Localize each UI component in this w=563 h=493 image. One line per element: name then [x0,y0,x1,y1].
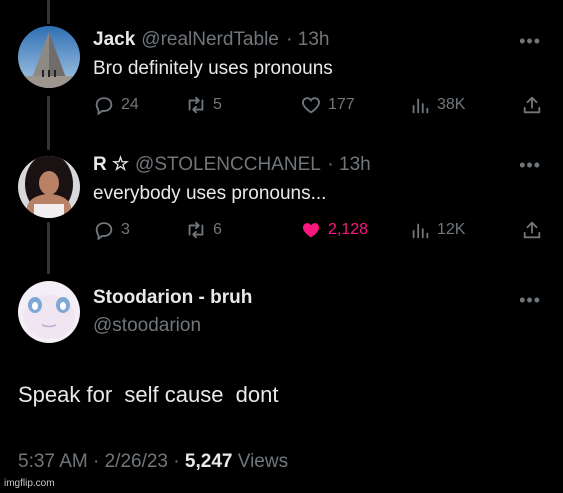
views-button[interactable]: 12K [409,218,465,242]
views-count: 12K [437,221,466,238]
tweet-actions: 3 6 2,128 12K [93,218,553,242]
views-label: Views [237,451,289,472]
reply-button[interactable]: 3 [93,218,130,242]
tweet-actions: 24 5 177 38K [93,93,553,117]
timestamp[interactable]: · 13h [286,29,329,50]
thread-line-2 [47,222,50,274]
more-options-icon[interactable]: ••• [519,32,541,50]
like-count: 2,128 [328,221,369,238]
retweet-button[interactable]: 6 [185,218,222,242]
reply-icon [95,222,113,241]
analytics-icon [412,223,429,239]
display-name[interactable]: Jack [93,29,135,50]
heart-icon [302,97,320,114]
avatar-stoodarion[interactable] [18,281,80,343]
retweet-count: 6 [213,221,222,238]
tweet-time[interactable]: 5:37 AM [18,451,88,472]
more-options-icon[interactable]: ••• [519,156,541,174]
share-icon [523,221,541,239]
heart-filled-icon [302,223,320,238]
retweet-count: 5 [213,96,222,113]
like-button[interactable]: 177 [300,93,355,117]
like-count: 177 [328,96,355,113]
tweet-text: everybody uses pronouns... [93,183,327,204]
tweet-header: R ☆ @STOLENCCHANEL · 13h [93,153,371,176]
views-count: 38K [437,96,466,113]
views-button[interactable]: 38K [409,93,465,117]
share-icon [523,96,541,114]
more-options-icon[interactable]: ••• [519,291,541,309]
username[interactable]: @STOLENCCHANEL [135,154,320,175]
retweet-icon [188,221,204,239]
share-button[interactable] [521,93,549,117]
username[interactable]: @realNerdTable [141,29,279,50]
analytics-icon [412,98,429,114]
retweet-icon [188,96,204,114]
thread-line-1 [47,96,50,150]
tweet-date[interactable]: 2/26/23 [105,451,168,472]
reply-icon [95,97,113,116]
tweet-meta: 5:37 AM · 2/26/23 · 5,247 Views [18,451,288,473]
username[interactable]: @stoodarion [93,315,201,337]
retweet-button[interactable]: 5 [185,93,222,117]
display-name[interactable]: Stoodarion - bruh [93,287,252,309]
thread-line-top [47,0,50,24]
avatar-jack[interactable] [18,26,80,88]
like-button[interactable]: 2,128 [300,218,368,242]
avatar-r[interactable] [18,156,80,218]
tweet-text: Bro definitely uses pronouns [93,58,333,79]
separator-dot: · [173,451,180,472]
reply-count: 3 [121,221,130,238]
display-name[interactable]: R ☆ [93,154,129,175]
timestamp[interactable]: · 13h [327,154,370,175]
reply-count: 24 [121,96,139,113]
watermark: imgflip.com [4,478,55,489]
share-button[interactable] [521,218,549,242]
tweet-header: Jack @realNerdTable · 13h [93,29,329,51]
views-count: 5,247 [184,451,233,472]
tweet-text: Speak for self cause dont [18,382,279,407]
separator-dot: · [93,451,100,472]
reply-button[interactable]: 24 [93,93,139,117]
